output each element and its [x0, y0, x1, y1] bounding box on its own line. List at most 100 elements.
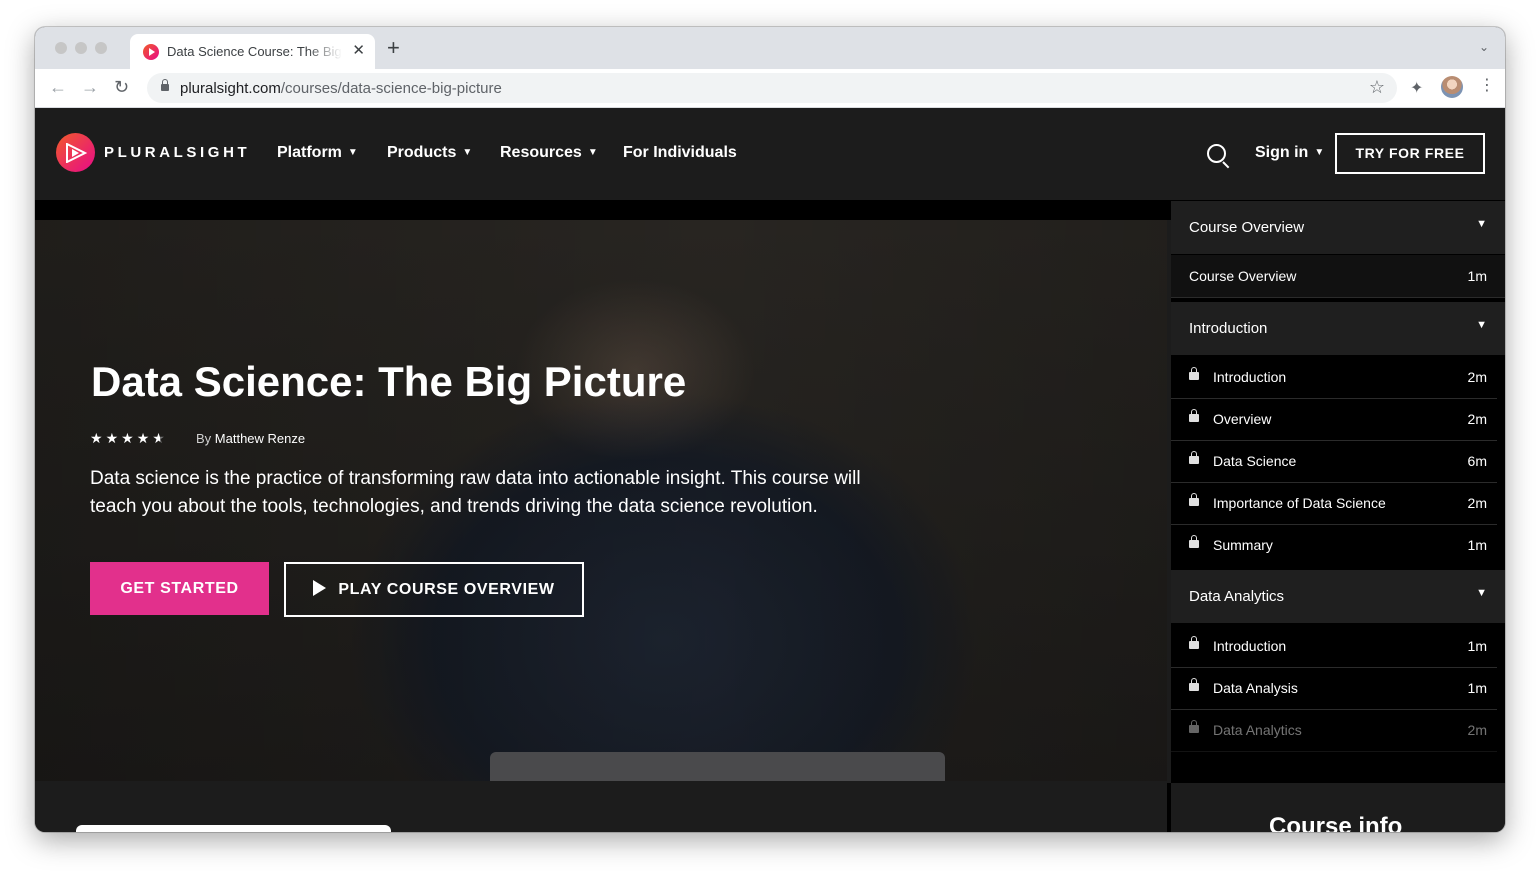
course-contents-sidebar: Course Overview ▼ Course Overview 1m Intr… [1171, 200, 1505, 783]
extensions-puzzle-icon[interactable]: ✦ [1410, 78, 1423, 98]
nav-platform-label: Platform [277, 144, 342, 161]
star-half-icon: ★ [152, 430, 168, 446]
hero-top-band [35, 200, 1171, 220]
lock-icon [1189, 451, 1199, 464]
clip-course-overview[interactable]: Course Overview 1m [1171, 255, 1505, 298]
clip-title: Data Analysis [1213, 680, 1298, 696]
clip-summary[interactable]: Summary 1m [1171, 524, 1497, 566]
pluralsight-logo-icon[interactable] [56, 133, 95, 172]
lock-icon[interactable] [161, 79, 169, 91]
clip-title: Importance of Data Science [1213, 495, 1386, 511]
star-full-icon: ★ [90, 430, 106, 446]
lock-icon [1189, 409, 1199, 422]
clip-title: Summary [1213, 537, 1273, 553]
close-tab-icon[interactable]: ✕ [352, 42, 365, 60]
browser-tab-active[interactable]: Data Science Course: The Big Picture ✕ [130, 34, 375, 69]
clip-duration: 2m [1467, 495, 1487, 511]
chevron-down-icon: ▼ [462, 147, 473, 158]
browser-toolbar: ← → ↻ pluralsight.com/courses/data-scien… [35, 69, 1505, 108]
clip-duration: 1m [1467, 638, 1487, 654]
back-icon[interactable]: ← [49, 77, 67, 97]
module-title: Data Analytics [1189, 588, 1285, 605]
clip-overview[interactable]: Overview 2m [1171, 398, 1497, 441]
search-icon[interactable] [1207, 144, 1226, 163]
chevron-down-icon: ▼ [587, 147, 598, 158]
hero-banner: Data Science: The Big Picture ★★★★★ By M… [35, 220, 1167, 781]
clip-title: Introduction [1213, 369, 1287, 385]
lock-icon [1189, 720, 1199, 733]
module-header-introduction[interactable]: Introduction ▼ [1171, 302, 1505, 355]
clip-duration: 2m [1467, 369, 1487, 385]
star-full-icon: ★ [121, 430, 137, 446]
section-divider [1167, 783, 1171, 832]
lock-icon [1189, 678, 1199, 691]
clip-duration: 6m [1467, 453, 1487, 469]
clip-introduction[interactable]: Introduction 2m [1171, 356, 1497, 399]
module-title: Course Overview [1189, 219, 1305, 236]
star-full-icon: ★ [136, 430, 153, 446]
play-course-overview-button[interactable]: PLAY COURSE OVERVIEW [284, 562, 584, 617]
clip-data-science[interactable]: Data Science 6m [1171, 440, 1497, 483]
hero-laptop-image [490, 752, 945, 781]
lock-icon [1189, 636, 1199, 649]
module-title: Introduction [1189, 320, 1268, 337]
nav-products-label: Products [387, 144, 457, 161]
clip-da-introduction[interactable]: Introduction 1m [1171, 625, 1497, 668]
rating-stars[interactable]: ★★★★★ [90, 430, 168, 447]
profile-avatar[interactable] [1441, 76, 1463, 98]
pluralsight-favicon-icon [143, 44, 159, 60]
url-text[interactable]: pluralsight.com/courses/data-science-big… [180, 80, 502, 97]
clip-duration: 1m [1467, 537, 1487, 553]
chevron-down-icon: ▼ [1476, 319, 1487, 331]
clip-data-analysis[interactable]: Data Analysis 1m [1171, 667, 1497, 710]
clip-title: Course Overview [1189, 268, 1297, 284]
chevron-down-icon: ▼ [1476, 587, 1487, 599]
nav-for-individuals[interactable]: For Individuals [623, 144, 737, 162]
nav-resources[interactable]: Resources ▼ [500, 144, 598, 162]
clip-duration: 1m [1467, 680, 1487, 696]
clip-title: Data Analytics [1213, 722, 1302, 738]
get-started-button[interactable]: GET STARTED [90, 562, 269, 615]
sign-in-menu[interactable]: Sign in ▼ [1255, 144, 1324, 162]
course-title: Data Science: The Big Picture [91, 358, 687, 405]
url-path: /courses/data-science-big-picture [280, 80, 502, 97]
course-info-heading: Course info [1269, 813, 1403, 832]
clip-title: Overview [1213, 411, 1272, 427]
forward-icon[interactable]: → [81, 77, 99, 97]
clip-data-analytics[interactable]: Data Analytics 2m [1171, 709, 1497, 752]
nav-platform[interactable]: Platform ▼ [277, 144, 358, 162]
tab-search-chevron-icon[interactable]: ⌄ [1479, 40, 1489, 54]
lock-icon [1189, 535, 1199, 548]
course-description: Data science is the practice of transfor… [90, 468, 861, 517]
module-header-data-analytics[interactable]: Data Analytics ▼ [1171, 570, 1505, 623]
lock-icon [1189, 367, 1199, 380]
chevron-down-icon: ▼ [1476, 218, 1487, 230]
play-icon [313, 580, 327, 596]
lock-icon [1189, 493, 1199, 506]
url-host: pluralsight.com [180, 80, 281, 97]
clip-title: Data Science [1213, 453, 1297, 469]
zoom-window-dot[interactable] [95, 42, 107, 54]
address-bar[interactable]: pluralsight.com/courses/data-science-big… [147, 73, 1397, 103]
minimize-window-dot[interactable] [75, 42, 87, 54]
close-window-dot[interactable] [55, 42, 67, 54]
browser-tab-bar: Data Science Course: The Big Picture ✕ +… [35, 27, 1505, 69]
brand-wordmark[interactable]: PLURALSIGHT [104, 144, 250, 161]
author-link[interactable]: Matthew Renze [215, 431, 305, 446]
clip-title: Introduction [1213, 638, 1287, 654]
clip-duration: 2m [1467, 411, 1487, 427]
module-header-course-overview[interactable]: Course Overview ▼ [1171, 201, 1505, 254]
below-hero-section: Course info [35, 783, 1505, 832]
course-author: By Matthew Renze [196, 431, 305, 446]
reload-icon[interactable]: ↻ [114, 77, 129, 97]
clip-duration: 1m [1467, 268, 1487, 284]
new-tab-icon[interactable]: + [387, 37, 400, 59]
clip-importance-of-data-science[interactable]: Importance of Data Science 2m [1171, 482, 1497, 525]
more-options-icon[interactable]: ⋮ [1479, 75, 1495, 95]
nav-products[interactable]: Products ▼ [387, 144, 472, 162]
content-card-top [76, 825, 391, 832]
tab-title: Data Science Course: The Big Picture [167, 44, 342, 59]
try-for-free-button[interactable]: TRY FOR FREE [1335, 133, 1485, 174]
bookmark-star-icon[interactable]: ☆ [1369, 77, 1385, 98]
chevron-down-icon: ▼ [1314, 147, 1325, 158]
